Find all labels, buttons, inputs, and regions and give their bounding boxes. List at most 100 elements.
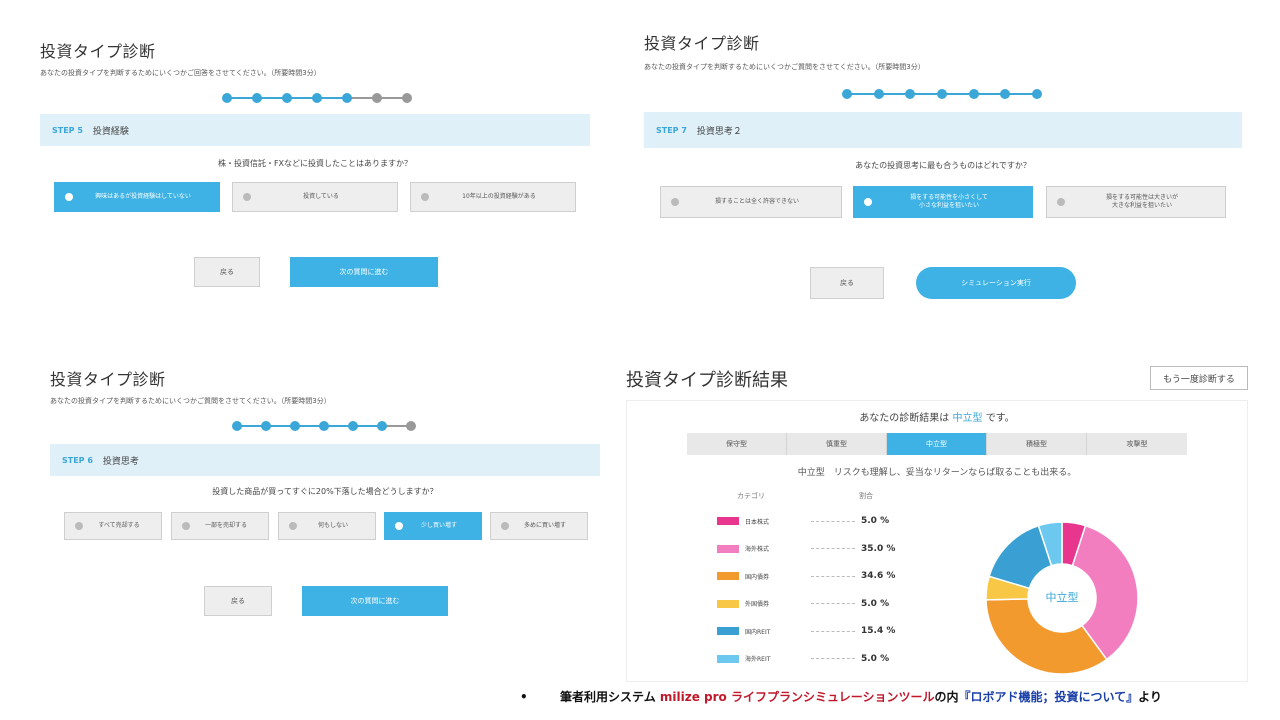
leader-line xyxy=(811,630,855,632)
legend-swatch xyxy=(717,517,739,525)
option-sell-some[interactable]: 一部を売却する xyxy=(171,512,269,540)
radio-icon xyxy=(501,522,509,530)
radio-icon xyxy=(421,193,429,201)
next-question-button[interactable]: 次の質問に進む xyxy=(302,586,448,616)
donut-slice-2 xyxy=(985,598,1108,675)
option-buy-a-little[interactable]: 少し買い増す xyxy=(384,512,482,540)
step-number: STEP 5 xyxy=(52,125,83,135)
back-button[interactable]: 戻る xyxy=(194,257,260,287)
option-label: 損をする可能性は大きいが 大きな利益を狙いたい xyxy=(1105,194,1178,209)
stepper-dot xyxy=(968,89,979,99)
stepper-dot xyxy=(1000,89,1011,99)
step-title: 投資思考２ xyxy=(696,126,742,137)
footnote-prefix: 筆者利用システム xyxy=(560,690,656,704)
leader-line xyxy=(811,575,855,577)
footnote-suffix: より xyxy=(1138,690,1162,704)
stepper-dot xyxy=(348,421,358,431)
stepper-dot xyxy=(406,421,416,431)
option-small-risk-small-profit[interactable]: 損をする可能性を小さくして 小さな利益を狙いたい xyxy=(853,186,1033,218)
option-sell-all[interactable]: すべて売却する xyxy=(64,512,162,540)
step-title: 投資経験 xyxy=(92,126,129,137)
ratio-value: 35.0 % xyxy=(861,543,896,554)
stepper-dot xyxy=(319,421,329,431)
page-description: あなたの投資タイプを判断するためにいくつかご質問をさせてください。（所要時間3分… xyxy=(644,63,925,71)
panel-step6: 投資タイプ診断 あなたの投資タイプを判断するためにいくつかご質問をさせてください… xyxy=(40,358,610,658)
stepper-dot xyxy=(905,89,916,99)
stepper-dot xyxy=(312,93,322,103)
page-title: 投資タイプ診断 xyxy=(50,370,166,389)
category-label: 国内REIT xyxy=(745,628,771,636)
radio-icon xyxy=(182,522,190,530)
page-description: あなたの投資タイプを判断するためにいくつかご質問をさせてください。（所要時間3分… xyxy=(50,397,331,405)
radio-icon xyxy=(75,522,83,530)
column-header-category: カテゴリ xyxy=(737,492,765,500)
stepper-dot xyxy=(232,421,242,431)
legend-swatch xyxy=(717,544,739,553)
next-question-button[interactable]: 次の質問に進む xyxy=(290,257,438,287)
question-text: あなたの投資思考に最も合うものはどれですか？ xyxy=(855,161,1031,170)
leader-line xyxy=(811,548,855,549)
option-no-loss[interactable]: 損することは全く許容できない xyxy=(660,186,842,218)
category-label: 外国債券 xyxy=(745,601,770,608)
option-label: 多めに買い増す xyxy=(523,522,566,530)
step-header: STEP 5 投資経験 xyxy=(40,114,590,146)
radio-icon xyxy=(289,522,297,530)
back-button[interactable]: 戻る xyxy=(204,586,272,616)
option-big-risk-big-profit[interactable]: 損をする可能性は大きいが 大きな利益を狙いたい xyxy=(1046,186,1226,218)
step-number: STEP 6 xyxy=(62,455,93,465)
option-10-years[interactable]: 10年以上の投資経験がある xyxy=(410,182,576,212)
option-interested-no-experience[interactable]: 興味はあるが投資経験はしていない xyxy=(54,182,220,212)
back-button[interactable]: 戻る xyxy=(810,267,884,299)
page-title: 投資タイプ診断 xyxy=(40,42,156,61)
leader-line xyxy=(811,658,855,659)
allocation-row: 国内債券 34.6 % xyxy=(717,569,901,583)
ratio-value: 34.6 % xyxy=(861,571,896,581)
tab-conservative[interactable]: 保守型 xyxy=(687,433,787,455)
result-type: 中立型 xyxy=(952,413,983,424)
option-label: 投資している xyxy=(303,193,339,201)
panel-step5: 投資タイプ診断 あなたの投資タイプを判断するためにいくつかご回答をさせてください… xyxy=(30,30,610,300)
result-suffix: です。 xyxy=(985,413,1015,424)
radio-icon xyxy=(395,522,403,530)
leader-line xyxy=(811,603,855,604)
ratio-value: 5.0 % xyxy=(861,653,890,664)
stepper-dot xyxy=(252,93,262,103)
source-footnote: • 筆者利用システム milize pro ライフプランシミュレーションツールの… xyxy=(520,688,1162,705)
tab-cautious[interactable]: 慎重型 xyxy=(787,433,887,455)
tab-neutral[interactable]: 中立型 xyxy=(887,433,987,455)
panel-step7: 投資タイプ診断 あなたの投資タイプを判断するためにいくつかご質問をさせてください… xyxy=(636,22,1248,312)
radio-icon xyxy=(671,198,679,206)
stepper-dot xyxy=(290,421,300,431)
stepper-dot xyxy=(282,93,292,103)
option-investing[interactable]: 投資している xyxy=(232,182,398,212)
retry-diagnosis-button[interactable]: もう一度診断する xyxy=(1150,366,1248,390)
radio-icon xyxy=(65,193,73,201)
legend-swatch xyxy=(717,627,739,635)
step-number: STEP 7 xyxy=(656,125,687,135)
option-do-nothing[interactable]: 何もしない xyxy=(278,512,376,540)
option-label: 興味はあるが投資経験はしていない xyxy=(95,193,191,201)
category-label: 日本株式 xyxy=(745,518,770,526)
option-buy-more[interactable]: 多めに買い増す xyxy=(490,512,588,540)
step-header: STEP 7 投資思考２ xyxy=(644,112,1242,148)
panel-result: 投資タイプ診断結果 もう一度診断する あなたの診断結果は 中立型 です。 保守型… xyxy=(620,360,1254,682)
stepper-dot xyxy=(402,93,412,103)
footnote-feature: 『ロボアド機能；投資について』 xyxy=(958,690,1139,704)
question-text: 投資した商品が買ってすぐに20%下落した場合どうしますか？ xyxy=(212,487,438,496)
tab-aggressive[interactable]: 攻撃型 xyxy=(1087,433,1187,455)
option-label: 一部を売却する xyxy=(204,522,247,530)
run-simulation-button[interactable]: シミュレーション実行 xyxy=(916,267,1076,299)
ratio-value: 15.4 % xyxy=(861,626,896,636)
result-title: 投資タイプ診断結果 xyxy=(626,370,788,391)
category-label: 海外REIT xyxy=(745,656,771,663)
stepper-dot xyxy=(261,421,271,431)
radio-icon xyxy=(243,193,251,201)
progress-stepper xyxy=(222,92,412,104)
radio-icon xyxy=(864,198,872,206)
legend-swatch xyxy=(717,572,739,580)
leader-line xyxy=(811,520,855,522)
allocation-row: 外国債券 5.0 % xyxy=(717,597,901,611)
tab-active[interactable]: 積極型 xyxy=(987,433,1087,455)
column-header-ratio: 割合 xyxy=(859,492,873,500)
option-label: 10年以上の投資経験がある xyxy=(462,193,536,201)
